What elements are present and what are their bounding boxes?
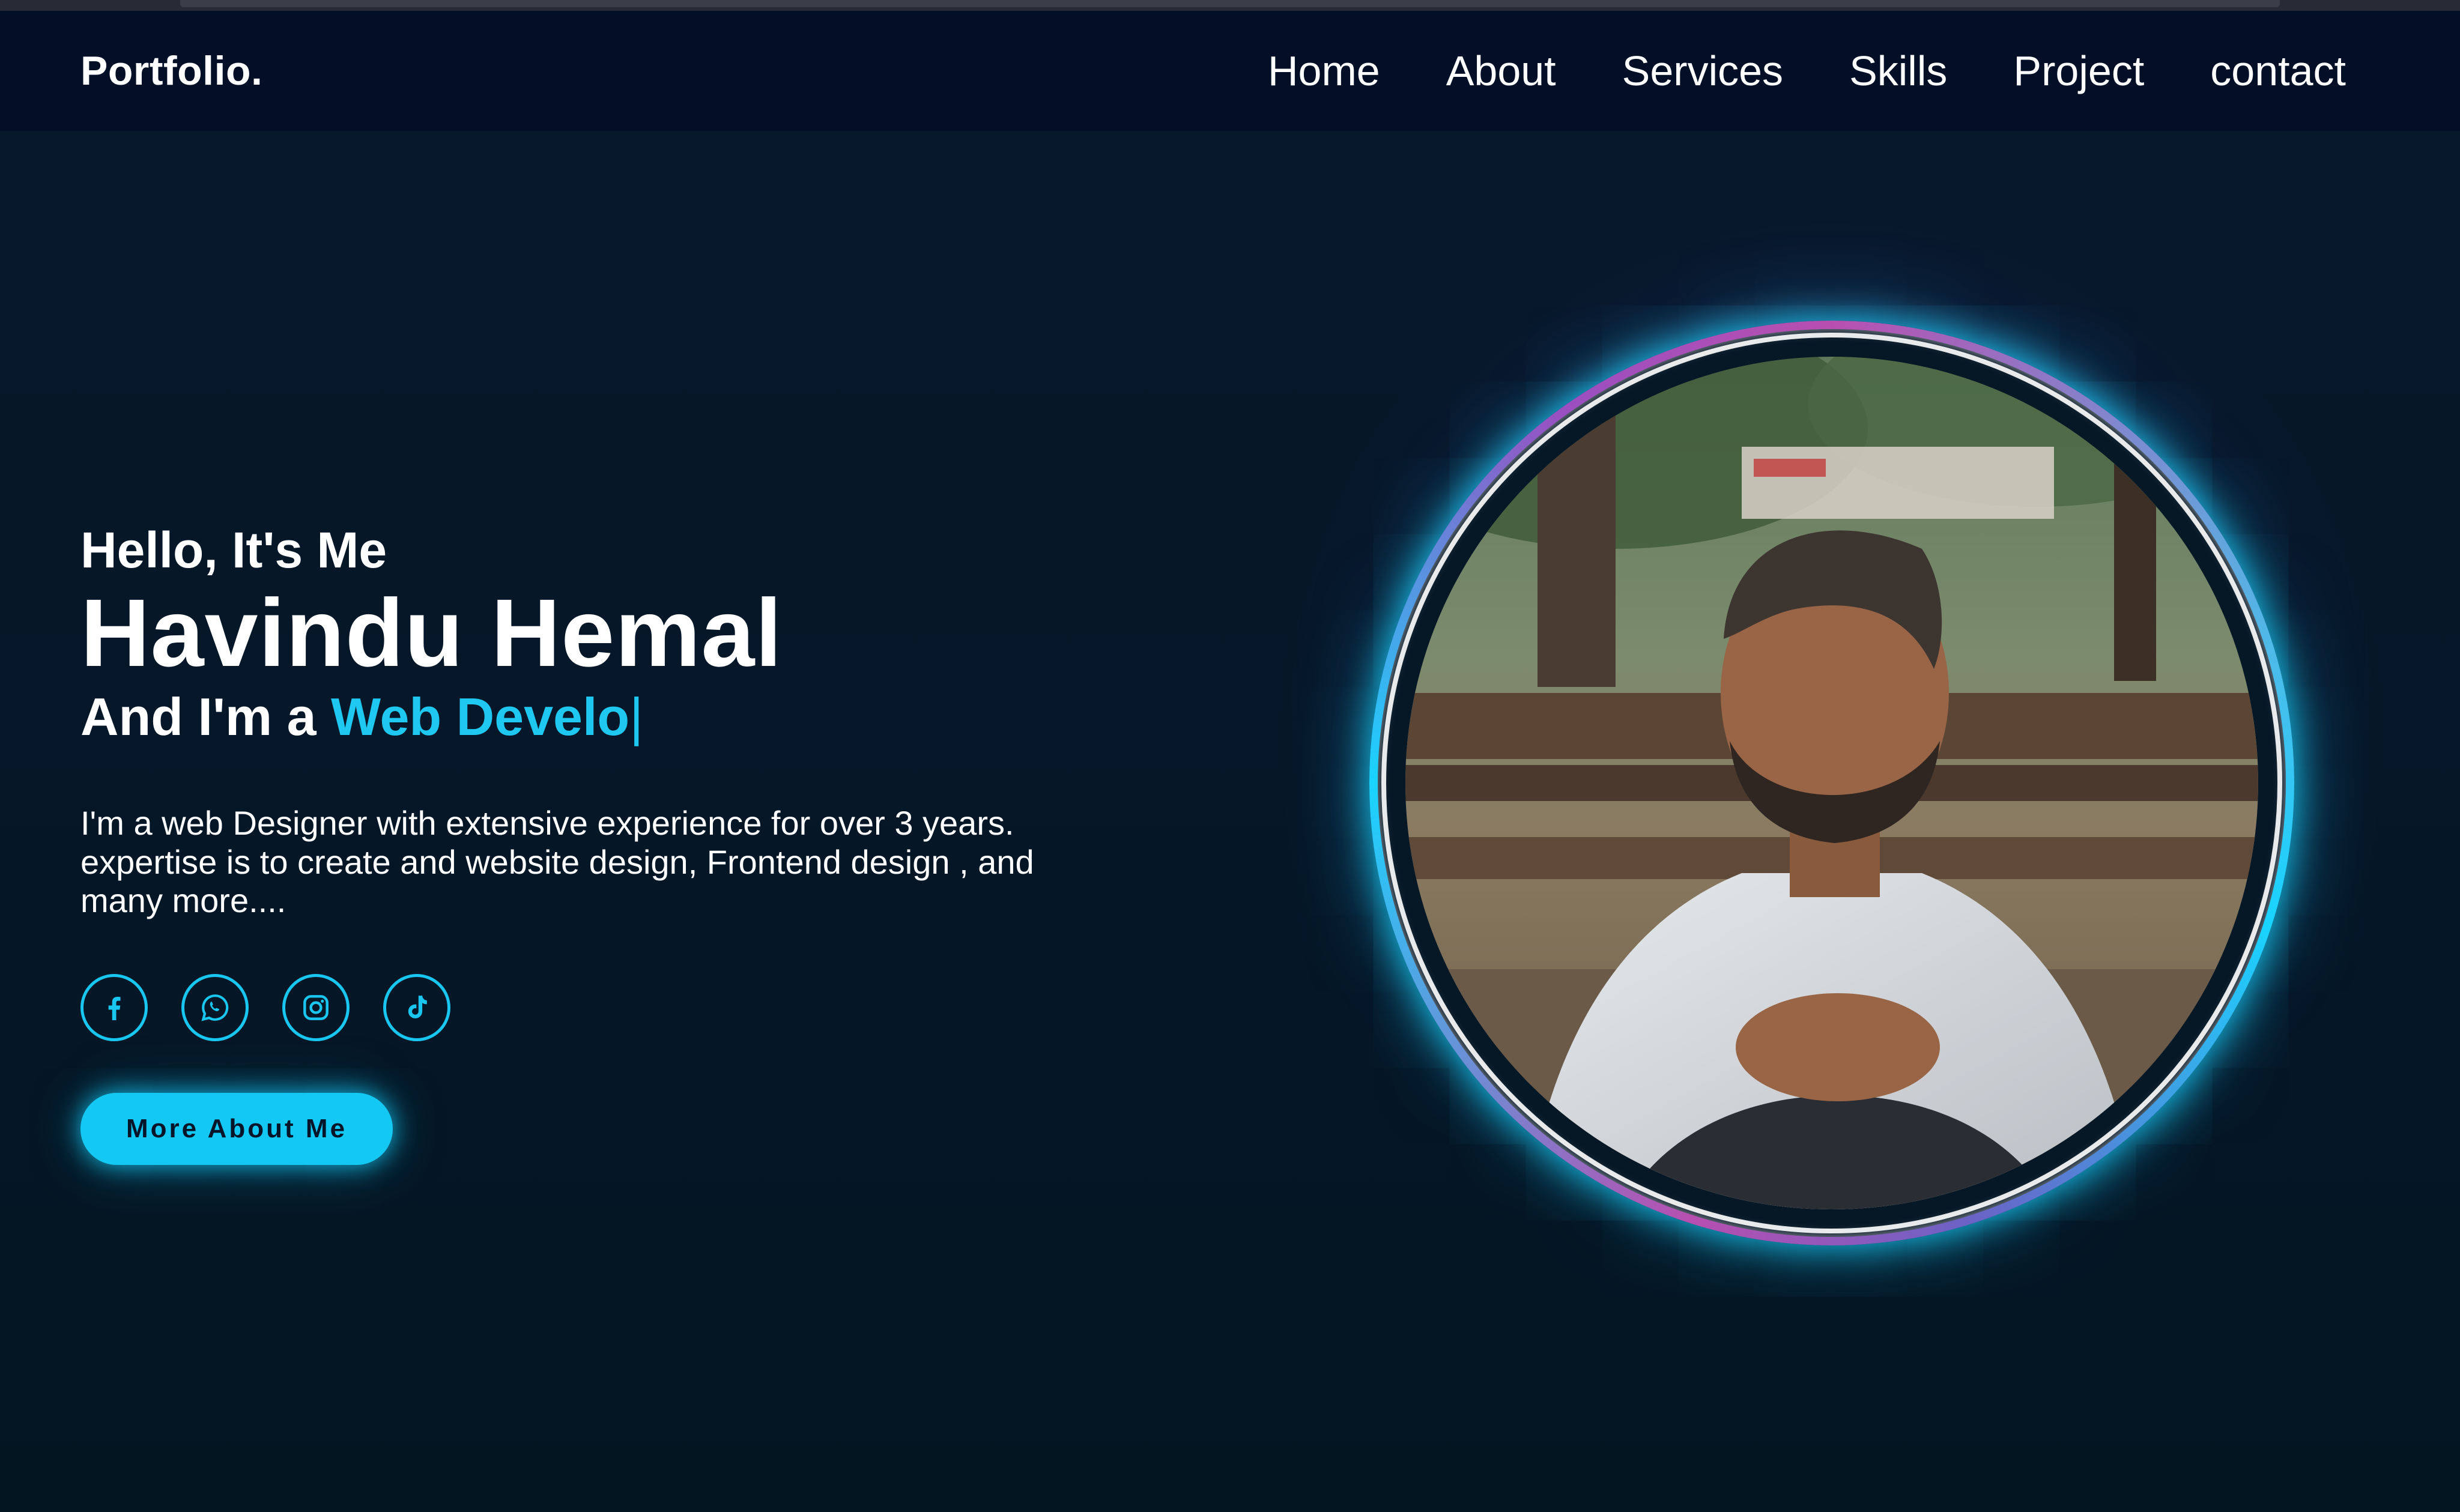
typing-cursor: | (629, 687, 644, 747)
nav-project[interactable]: Project (2013, 47, 2144, 95)
instagram-icon (303, 995, 329, 1021)
role-typed-text: Web Develo (330, 687, 630, 747)
hero-greeting: Hello, It's Me (80, 522, 387, 578)
page: Portfolio. Home About Services Skills Pr… (0, 0, 2460, 1512)
facebook-icon (108, 997, 121, 1021)
more-about-me-button[interactable]: More About Me (80, 1093, 393, 1166)
site-logo[interactable]: Portfolio. (80, 47, 262, 94)
nav-home[interactable]: Home (1268, 47, 1380, 95)
profile-photo (1405, 357, 2258, 1209)
social-links (80, 974, 1138, 1042)
main-nav: Home About Services Skills Project conta… (1268, 47, 2346, 95)
whatsapp-link[interactable] (181, 974, 249, 1042)
nav-about[interactable]: About (1446, 47, 1556, 95)
tiktok-link[interactable] (383, 974, 450, 1042)
hero-section: Hello, It's Me Havindu Hemal And I'm a W… (80, 522, 1138, 1166)
nav-services[interactable]: Services (1622, 47, 1783, 95)
whatsapp-icon (201, 994, 229, 1021)
hero-name: Havindu Hemal (80, 579, 783, 687)
site-header: Portfolio. Home About Services Skills Pr… (0, 11, 2460, 131)
tiktok-icon (408, 996, 427, 1019)
hero-description: I'm a web Designer with extensive experi… (80, 804, 1034, 919)
nav-skills[interactable]: Skills (1849, 47, 1947, 95)
hero-role: And I'm a Web Develo| (80, 688, 1138, 746)
browser-top-bar (0, 0, 2460, 11)
role-prefix: And I'm a (80, 687, 317, 747)
facebook-link[interactable] (80, 974, 148, 1042)
nav-contact[interactable]: contact (2210, 47, 2346, 95)
instagram-link[interactable] (282, 974, 350, 1042)
portrait-image (1405, 357, 2258, 1209)
